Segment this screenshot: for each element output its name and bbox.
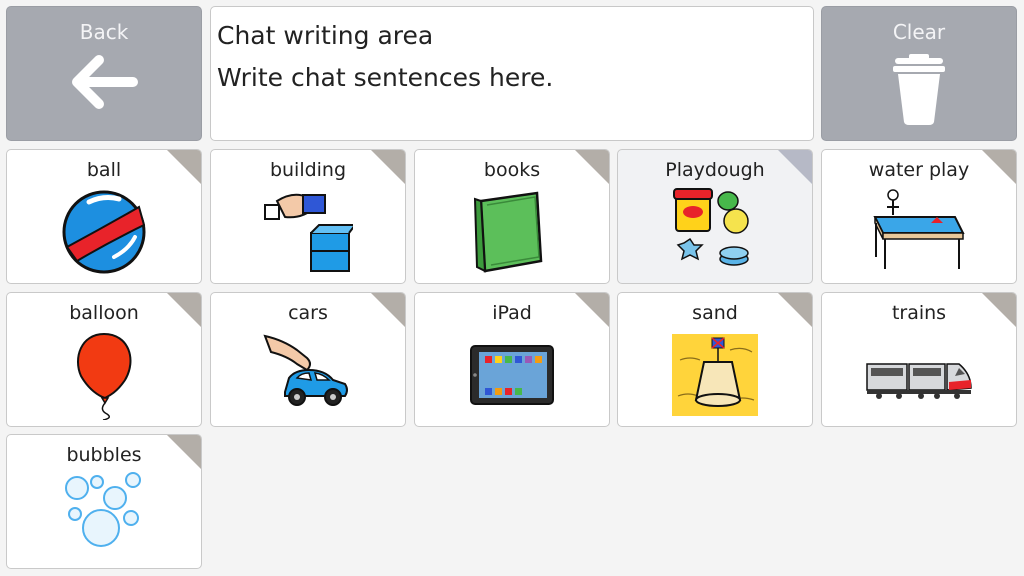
tile-bubbles[interactable]: bubbles bbox=[6, 434, 202, 569]
toy-car-icon bbox=[263, 334, 348, 406]
book-icon bbox=[473, 191, 543, 273]
tablet-icon bbox=[470, 345, 554, 405]
clear-button-label: Clear bbox=[892, 20, 946, 44]
tile-corner bbox=[371, 150, 405, 184]
trash-icon bbox=[893, 54, 945, 125]
tile-playdough[interactable]: Playdough bbox=[617, 149, 813, 284]
tile-balloon[interactable]: balloon bbox=[6, 292, 202, 427]
building-blocks-icon bbox=[264, 193, 353, 272]
tile-ipad[interactable]: iPad bbox=[414, 292, 610, 427]
tile-corner bbox=[778, 150, 812, 184]
tile-corner bbox=[371, 293, 405, 327]
tile-corner bbox=[575, 150, 609, 184]
tile-corner bbox=[167, 150, 201, 184]
tile-cars[interactable]: cars bbox=[210, 292, 406, 427]
tile-sand[interactable]: sand bbox=[617, 292, 813, 427]
chat-writing-area[interactable]: Chat writing area Write chat sentences h… bbox=[210, 6, 814, 141]
tile-ball[interactable]: ball bbox=[6, 149, 202, 284]
tile-trains[interactable]: trains bbox=[821, 292, 1017, 427]
tile-books[interactable]: books bbox=[414, 149, 610, 284]
tile-water-play[interactable]: water play bbox=[821, 149, 1017, 284]
back-button-label: Back bbox=[79, 20, 129, 44]
tile-corner bbox=[982, 293, 1016, 327]
train-icon bbox=[866, 363, 972, 399]
tile-corner bbox=[982, 150, 1016, 184]
ball-icon bbox=[62, 190, 146, 274]
chat-title: Chat writing area bbox=[217, 21, 434, 50]
tile-building[interactable]: building bbox=[210, 149, 406, 284]
tile-corner bbox=[575, 293, 609, 327]
tile-corner bbox=[167, 293, 201, 327]
tile-corner bbox=[778, 293, 812, 327]
chat-placeholder: Write chat sentences here. bbox=[217, 63, 554, 92]
sandcastle-icon bbox=[672, 334, 758, 416]
back-button[interactable]: Back bbox=[6, 6, 202, 141]
water-table-icon bbox=[873, 189, 965, 269]
bubbles-icon bbox=[65, 472, 141, 547]
clear-button[interactable]: Clear bbox=[821, 6, 1017, 141]
arrow-left-icon bbox=[72, 55, 138, 109]
playdough-icon bbox=[673, 188, 749, 266]
balloon-icon bbox=[77, 332, 132, 420]
tile-corner bbox=[167, 435, 201, 469]
